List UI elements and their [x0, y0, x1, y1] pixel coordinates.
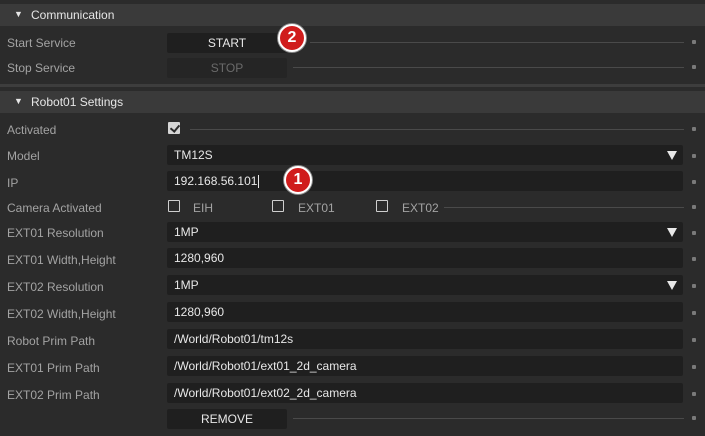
- section-title: Communication: [31, 8, 115, 22]
- ext01-prim-path-input[interactable]: /World/Robot01/ext01_2d_camera: [167, 356, 683, 376]
- divider: [293, 67, 684, 68]
- ext02-width-height-label: EXT02 Width,Height: [7, 307, 116, 321]
- ext02-width-height-input[interactable]: 1280,960: [167, 302, 683, 322]
- ext02-checkbox[interactable]: [376, 200, 388, 212]
- row-handle: [692, 154, 696, 158]
- camera-activated-label: Camera Activated: [7, 201, 102, 215]
- row-handle: [692, 231, 696, 235]
- stop-button[interactable]: STOP: [167, 58, 287, 78]
- row-handle: [692, 257, 696, 261]
- ext02-resolution-dropdown[interactable]: 1MP: [167, 275, 683, 295]
- ext01-label: EXT01: [298, 201, 335, 215]
- eih-checkbox[interactable]: [168, 200, 180, 212]
- ext02-prim-path-input[interactable]: /World/Robot01/ext02_2d_camera: [167, 383, 683, 403]
- ext01-resolution-value: 1MP: [174, 225, 199, 239]
- robot-prim-path-label: Robot Prim Path: [7, 334, 96, 348]
- row-handle: [692, 40, 696, 44]
- ext01-prim-path-label: EXT01 Prim Path: [7, 361, 100, 375]
- ext02-prim-path-label: EXT02 Prim Path: [7, 388, 100, 402]
- check-icon: [169, 122, 181, 133]
- row-handle: [692, 180, 696, 184]
- remove-button[interactable]: REMOVE: [167, 409, 287, 429]
- ip-value: 192.168.56.101: [174, 174, 258, 188]
- row-handle: [692, 284, 696, 288]
- row-handle: [692, 127, 696, 131]
- robot-settings-header[interactable]: ▼ Robot01 Settings: [0, 91, 705, 113]
- ip-input[interactable]: 192.168.56.101: [167, 171, 683, 191]
- row-handle: [692, 365, 696, 369]
- dropdown-arrow-icon[interactable]: [667, 281, 677, 290]
- row-handle: [692, 392, 696, 396]
- ext02-label: EXT02: [402, 201, 439, 215]
- ext02-resolution-value: 1MP: [174, 278, 199, 292]
- model-value: TM12S: [174, 148, 213, 162]
- ext01-width-height-label: EXT01 Width,Height: [7, 253, 116, 267]
- section-title: Robot01 Settings: [31, 95, 124, 109]
- row-handle: [692, 338, 696, 342]
- start-button[interactable]: START: [167, 33, 287, 53]
- robot-prim-path-input[interactable]: /World/Robot01/tm12s: [167, 329, 683, 349]
- row-handle: [692, 205, 696, 209]
- divider: [190, 129, 684, 130]
- annotation-badge-2: 2: [278, 24, 306, 52]
- ext01-resolution-dropdown[interactable]: 1MP: [167, 222, 683, 242]
- communication-header[interactable]: ▼ Communication: [0, 4, 705, 26]
- divider: [444, 207, 684, 208]
- eih-label: EIH: [193, 201, 214, 215]
- ext02-resolution-label: EXT02 Resolution: [7, 280, 104, 294]
- row-handle: [692, 311, 696, 315]
- model-label: Model: [7, 149, 40, 163]
- dropdown-arrow-icon[interactable]: [667, 228, 677, 237]
- collapse-triangle-icon[interactable]: ▼: [14, 96, 23, 106]
- annotation-badge-1: 1: [284, 166, 312, 194]
- start-service-label: Start Service: [7, 36, 76, 50]
- section-separator: [0, 84, 705, 87]
- row-handle: [692, 65, 696, 69]
- ext01-resolution-label: EXT01 Resolution: [7, 226, 104, 240]
- activated-label: Activated: [7, 123, 57, 137]
- collapse-triangle-icon[interactable]: ▼: [14, 9, 23, 19]
- stop-service-label: Stop Service: [7, 61, 76, 75]
- text-cursor: [258, 175, 260, 189]
- ext01-checkbox[interactable]: [272, 200, 284, 212]
- ext01-width-height-input[interactable]: 1280,960: [167, 248, 683, 268]
- activated-checkbox[interactable]: [168, 122, 181, 134]
- divider: [310, 42, 684, 43]
- dropdown-arrow-icon[interactable]: [667, 151, 677, 160]
- model-dropdown[interactable]: TM12S: [167, 145, 683, 165]
- divider: [293, 418, 684, 419]
- row-handle: [692, 416, 696, 420]
- ip-label: IP: [7, 176, 19, 190]
